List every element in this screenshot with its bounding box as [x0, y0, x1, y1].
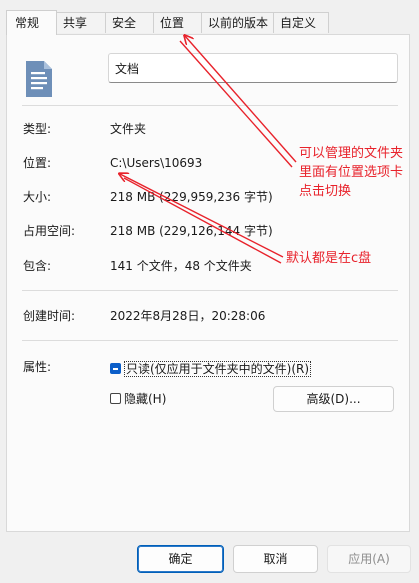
tab-customize[interactable]: 自定义 [273, 12, 329, 33]
created-value: 2022年8月28日，20:28:06 [110, 309, 266, 323]
annotation-note-2: 默认都是在c盘 [286, 251, 372, 266]
readonly-label[interactable]: 只读(仅应用于文件夹中的文件)(R) [124, 361, 312, 377]
tab-strip: 共享 安全 位置 以前的版本 自定义 常规 [6, 10, 410, 35]
tab-general[interactable]: 常规 [6, 10, 57, 35]
disk-size-label: 占用空间: [23, 224, 76, 238]
cancel-button[interactable]: 取消 [233, 545, 318, 573]
advanced-button[interactable]: 高级(D)... [273, 386, 394, 412]
type-label: 类型: [23, 122, 52, 136]
created-label: 创建时间: [23, 309, 76, 323]
divider [22, 105, 398, 106]
tab-share[interactable]: 共享 [56, 12, 106, 33]
hidden-label[interactable]: 隐藏(H) [124, 392, 166, 406]
tab-location[interactable]: 位置 [153, 12, 202, 33]
divider [22, 340, 398, 341]
size-label: 大小: [23, 190, 52, 204]
contains-label: 包含: [23, 259, 52, 273]
location-value: C:\Users\10693 [110, 156, 203, 170]
location-label: 位置: [23, 156, 52, 170]
folder-name-input[interactable] [108, 53, 398, 83]
annotation-note-1: 可以管理的文件夹 里面有位置选项卡 点击切换 [299, 146, 404, 199]
properties-panel [6, 34, 410, 532]
tab-security[interactable]: 安全 [105, 12, 154, 33]
contains-value: 141 个文件，48 个文件夹 [110, 259, 252, 273]
ok-button[interactable]: 确定 [137, 545, 224, 573]
document-folder-icon [26, 61, 52, 97]
hidden-checkbox[interactable] [110, 393, 121, 404]
attributes-label: 属性: [23, 360, 52, 374]
size-value: 218 MB (229,959,236 字节) [110, 190, 273, 204]
tab-previous-versions[interactable]: 以前的版本 [201, 12, 274, 33]
disk-size-value: 218 MB (229,126,144 字节) [110, 224, 273, 238]
divider [22, 290, 398, 291]
apply-button[interactable]: 应用(A) [327, 545, 411, 573]
readonly-checkbox[interactable] [110, 363, 121, 374]
type-value: 文件夹 [110, 122, 147, 136]
